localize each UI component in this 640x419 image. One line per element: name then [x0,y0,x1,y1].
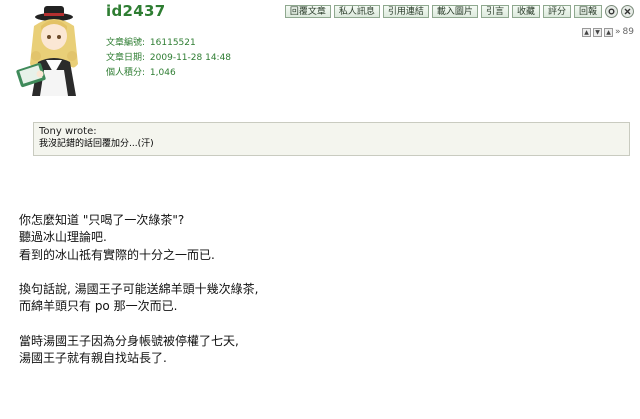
next-post-icon[interactable]: ▼ [593,27,603,37]
post-toolbar: 回覆文章 私人訊息 引用連結 載入圖片 引言 收藏 評分 回報 [284,5,634,18]
body-line: 換句話說, 湯國王子可能送綿羊頭十幾次綠茶, [19,282,259,297]
private-message-button[interactable]: 私人訊息 [333,5,380,18]
quote-text: 我沒記錯的話回覆加分...(汗) [39,139,154,149]
meta-label: 個人積分: [106,68,146,78]
body-line: 聽過冰山理論吧. [19,230,107,245]
meta-value: 16115521 [149,38,196,48]
report-button[interactable]: 回報 [573,5,602,18]
rate-button[interactable]: 評分 [542,5,571,18]
close-icon[interactable] [621,5,634,18]
username[interactable]: id2437 [106,2,165,20]
body-line: 你怎麼知道 "只喝了一次綠茶"? [19,213,185,227]
post-meta: 文章編號: 16115521 文章日期: 2009-11-28 14:48 個人… [106,36,231,81]
meta-row-post-date: 文章日期: 2009-11-28 14:48 [106,51,231,66]
floor-number[interactable]: 89 [623,27,634,37]
body-line: 看到的冰山祗有實際的十分之一而已. [19,247,215,262]
user-avatar [14,4,90,100]
permalink-icon[interactable]: ▲ [604,27,614,37]
prev-post-icon[interactable]: ▲ [582,27,592,37]
post-body: 你怎麼知道 "只喝了一次綠茶"? 聽過冰山理論吧. 看到的冰山祗有實際的十分之一… [19,212,258,368]
body-line: 而綿羊頭只有 po 那一次而已. [19,299,178,314]
post-nav: ▲ ▼ ▲ » 89 [582,27,634,37]
body-line [19,264,258,281]
quote-author: Tony wrote: [39,126,97,137]
load-images-button[interactable]: 載入圖片 [431,5,478,18]
meta-value: 1,046 [149,68,176,78]
meta-label: 文章日期: [106,53,146,63]
meta-row-user-points: 個人積分: 1,046 [106,66,231,81]
arrow-icon: » [615,27,621,37]
quote-button[interactable]: 引言 [480,5,509,18]
body-line: 湯國王子就有親自找站長了. [19,351,167,366]
quote-block: Tony wrote: 我沒記錯的話回覆加分...(汗) [33,122,630,156]
favorite-button[interactable]: 收藏 [511,5,540,18]
meta-row-post-id: 文章編號: 16115521 [106,36,231,51]
body-line [19,316,258,333]
meta-label: 文章編號: [106,38,146,48]
quote-link-button[interactable]: 引用連結 [382,5,429,18]
reply-button[interactable]: 回覆文章 [284,5,331,18]
settings-icon[interactable] [605,5,618,18]
body-line: 當時湯國王子因為分身帳號被停權了七天, [19,334,239,349]
meta-value: 2009-11-28 14:48 [149,53,232,63]
